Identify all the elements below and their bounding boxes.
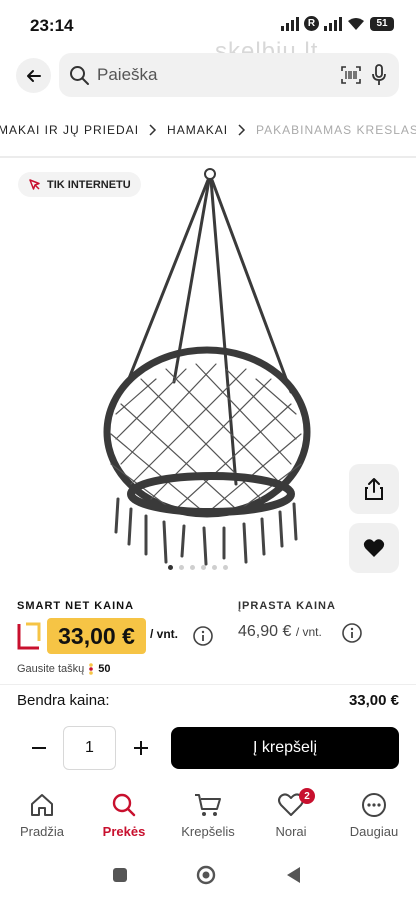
gallery-dot[interactable] [201,565,206,570]
share-button[interactable] [349,464,399,514]
breadcrumb-item[interactable]: HAMAKAI [167,123,228,137]
heart-icon: 2 [277,788,315,820]
gallery-dot[interactable] [190,565,195,570]
regular-price: 46,90 € / vnt. [238,623,322,641]
total-label: Bendra kaina: [17,692,110,709]
minus-icon [32,747,46,749]
cursor-icon [29,179,40,190]
breadcrumb-current: PAKABINAMAS KRESLAS M... [256,123,416,137]
points-value: 50 [98,663,111,675]
gallery-dot[interactable] [223,565,228,570]
points-label: Gausite taškų [17,663,85,675]
regular-price-value: 46,90 € [238,623,292,640]
home-system-button[interactable] [196,865,216,885]
smart-price-unit: / vnt. [150,627,179,641]
wifi-icon [348,17,364,30]
search-bar[interactable] [59,53,399,97]
nav-item-cart[interactable]: Krepšelis [168,790,248,839]
search-icon [111,790,137,820]
nav-label: Prekės [102,824,146,839]
nav-label: Krepšelis [181,824,235,839]
nav-item-wishlist[interactable]: 2 Norai [251,788,331,839]
add-to-cart-button[interactable]: Į krepšelį [171,727,399,769]
home-icon [29,790,55,820]
gallery-indicator [168,565,228,570]
quantity-decrease-button[interactable] [17,726,61,770]
gallery-dot[interactable] [179,565,184,570]
circle-icon [196,865,216,885]
battery-icon: 51 [370,16,394,31]
info-icon[interactable] [192,625,214,647]
heart-icon [363,539,385,557]
nav-item-products[interactable]: Prekės [84,790,164,839]
total-value: 33,00 € [348,692,399,709]
product-image[interactable] [96,164,318,580]
nav-label: Daugiau [349,824,399,839]
system-nav-bar [0,855,416,895]
gallery-dot[interactable] [168,565,173,570]
recent-apps-button[interactable] [110,865,130,885]
barcode-scan-icon[interactable] [341,66,361,84]
plus-icon [134,741,148,755]
regular-price-label: ĮPRASTA KAINA [238,600,336,612]
loyalty-points: Gausite taškų 50 [17,663,111,675]
status-icons: R 51 [281,16,394,31]
nav-label: Pradžia [19,824,65,839]
signal-icon [281,16,299,31]
microphone-icon[interactable] [371,64,387,86]
points-icon [89,663,94,675]
smart-net-logo [17,622,41,650]
gallery-dot[interactable] [212,565,217,570]
search-icon [70,66,89,85]
info-icon[interactable] [341,622,363,644]
back-system-button[interactable] [283,865,303,885]
search-input[interactable] [97,53,327,97]
divider [0,156,416,158]
cart-icon [194,790,222,820]
regular-price-unit: / vnt. [295,625,322,639]
wishlist-count-badge: 2 [299,788,315,804]
breadcrumb-item[interactable]: MAKAI IR JŲ PRIEDAI [0,123,139,137]
smart-price-label: SMART NET KAINA [17,600,135,612]
divider [0,684,416,685]
quantity-input[interactable] [63,726,116,770]
breadcrumb: MAKAI IR JŲ PRIEDAI HAMAKAI PAKABINAMAS … [0,118,416,142]
chevron-right-icon [149,124,157,136]
square-icon [113,868,127,882]
status-time: 23:14 [30,16,74,35]
back-button[interactable] [16,58,51,93]
roaming-badge: R [304,16,319,31]
bottom-nav: Pradžia Prekės Krepšelis 2 Norai Daugiau [0,788,416,850]
chevron-right-icon [238,124,246,136]
nav-label: Norai [275,824,307,839]
arrow-left-icon [26,69,41,82]
nav-item-home[interactable]: Pradžia [2,790,82,839]
signal-icon [324,16,342,31]
nav-item-more[interactable]: Daugiau [334,790,414,839]
status-bar: 23:14 R 51 [0,0,416,50]
quantity-increase-button[interactable] [119,726,163,770]
triangle-back-icon [287,867,300,883]
more-icon [361,790,387,820]
smart-price: 33,00 € [47,618,146,654]
share-icon [365,478,383,500]
wishlist-button[interactable] [349,523,399,573]
